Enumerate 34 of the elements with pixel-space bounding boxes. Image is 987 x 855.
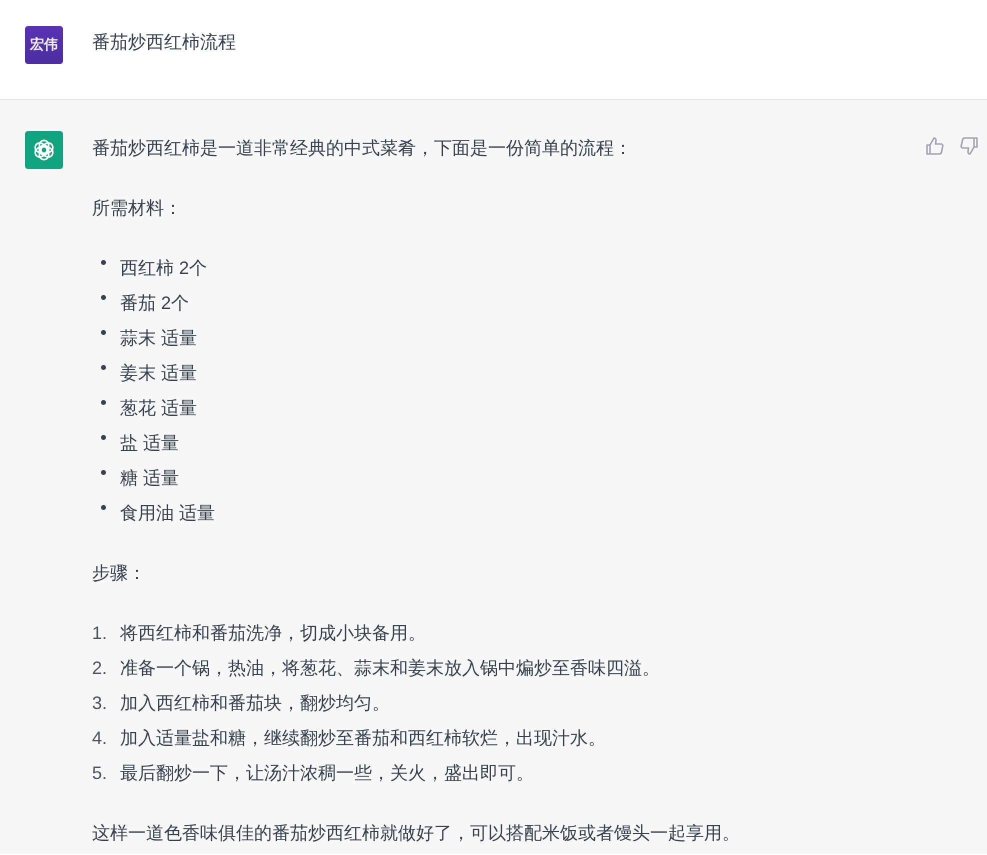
ingredient-item: 番茄 2个 <box>120 292 190 315</box>
section-heading: 步骤： <box>92 562 147 585</box>
step-text: 加入适量盐和糖，继续翻炒至番茄和西红柿软烂，出现汁水。 <box>120 727 606 750</box>
bullet-icon <box>101 295 106 300</box>
section-heading: 所需材料： <box>92 197 183 220</box>
step-number: 2. <box>92 657 108 680</box>
step-text: 最后翻炒一下，让汤汁浓稠一些，关火，盛出即可。 <box>120 762 534 785</box>
step-text: 加入西红柿和番茄块，翻炒均匀。 <box>120 692 390 715</box>
bullet-icon <box>101 260 106 265</box>
user-message: 番茄炒西红柿流程 <box>92 31 236 54</box>
step-number: 4. <box>92 727 108 750</box>
bullet-icon <box>101 400 106 405</box>
bullet-icon <box>101 435 106 440</box>
step-text: 准备一个锅，热油，将葱花、蒜末和姜末放入锅中煸炒至香味四溢。 <box>120 657 660 680</box>
thumbs-down-icon[interactable] <box>959 136 979 156</box>
ingredient-item: 盐 适量 <box>120 432 180 455</box>
ingredient-item: 葱花 适量 <box>120 397 198 420</box>
message-paragraph: 番茄炒西红柿是一道非常经典的中式菜肴，下面是一份简单的流程： <box>92 137 633 160</box>
bullet-icon <box>101 470 106 475</box>
step-text: 将西红柿和番茄洗净，切成小块备用。 <box>120 622 426 645</box>
user-avatar: 宏伟 <box>25 26 63 64</box>
bullet-icon <box>101 330 106 335</box>
bullet-icon <box>101 365 106 370</box>
bullet-icon <box>101 505 106 510</box>
ingredient-item: 姜末 适量 <box>120 362 198 385</box>
step-number: 3. <box>92 692 108 715</box>
ingredient-item: 糖 适量 <box>120 467 180 490</box>
step-number: 1. <box>92 622 108 645</box>
step-number: 5. <box>92 762 108 785</box>
thumbs-up-icon[interactable] <box>925 136 945 156</box>
ingredient-item: 西红柿 2个 <box>120 257 208 280</box>
message-paragraph: 这样一道色香味俱佳的番茄炒西红柿就做好了，可以搭配米饭或者馒头一起享用。 <box>92 822 741 845</box>
ingredient-item: 食用油 适量 <box>120 502 216 525</box>
ingredient-item: 蒜末 适量 <box>120 327 198 350</box>
